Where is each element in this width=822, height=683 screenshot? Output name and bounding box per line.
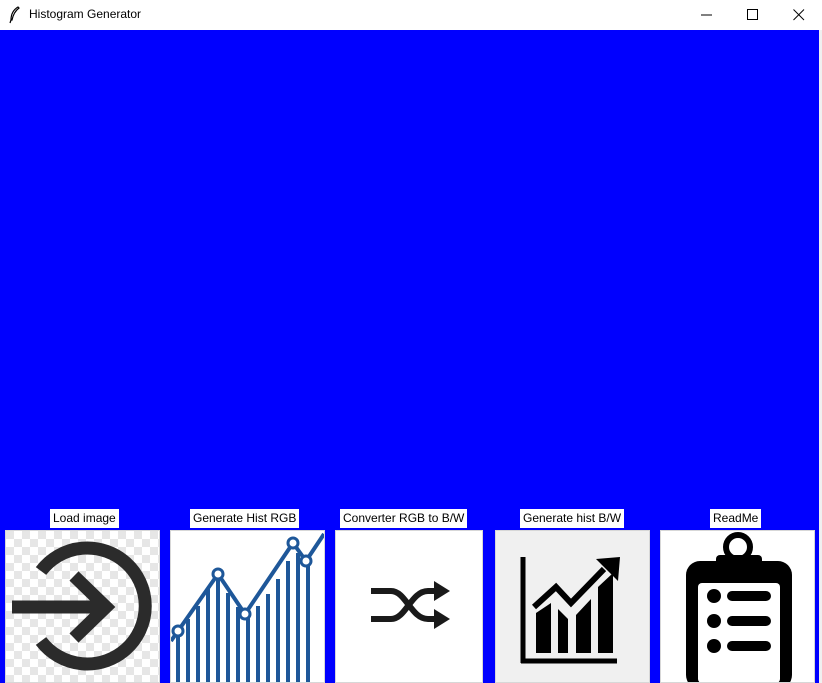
shuffle-icon	[336, 531, 482, 682]
minimize-button[interactable]	[684, 0, 730, 30]
title-bar: Histogram Generator	[0, 0, 822, 30]
converter-rgb-bw-button[interactable]	[335, 530, 483, 683]
maximize-icon	[747, 9, 758, 20]
generate-hist-rgb-button[interactable]	[170, 530, 325, 683]
close-button[interactable]	[776, 0, 822, 30]
minimize-icon	[701, 14, 712, 16]
load-image-button[interactable]	[5, 530, 160, 683]
readme-button[interactable]	[660, 530, 815, 683]
line-bar-chart-icon	[171, 531, 324, 682]
window-title: Histogram Generator	[29, 7, 142, 21]
close-icon	[793, 9, 805, 21]
clipboard-list-icon	[661, 531, 814, 682]
maximize-button[interactable]	[730, 0, 776, 30]
generate-hist-bw-button[interactable]	[495, 530, 650, 683]
login-arrow-icon	[6, 531, 159, 682]
feather-icon	[9, 6, 20, 24]
growth-chart-icon	[496, 531, 649, 682]
generate-hist-bw-label: Generate hist B/W	[520, 509, 625, 528]
load-image-label: Load image	[50, 509, 119, 528]
readme-label: ReadMe	[710, 509, 762, 528]
converter-rgb-bw-label: Converter RGB to B/W	[340, 509, 468, 528]
generate-hist-rgb-label: Generate Hist RGB	[190, 509, 300, 528]
